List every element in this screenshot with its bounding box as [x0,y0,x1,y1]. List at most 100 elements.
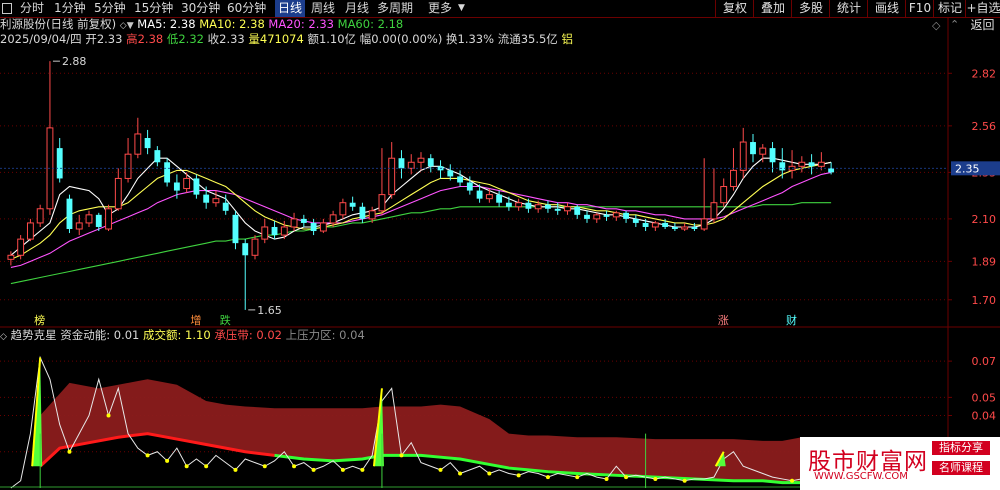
indicator-legend: ◇ 趋势克星 资金动能: 0.01 成交额: 1.10 承压带: 0.02 上压… [0,328,365,343]
upper-pressure-label: 上压力区: 0.04 [285,328,365,342]
candle [515,198,523,211]
draw-line-button[interactable]: 画线 [867,0,906,17]
multi-stock-button[interactable]: 多股 [791,0,830,17]
fund-power-dot [67,449,72,454]
settings-dropdown-icon[interactable]: ◇▼ [120,21,134,31]
more-dropdown-icon[interactable]: ▼ [458,0,465,17]
tab-intraday[interactable]: 分时 [20,0,44,17]
price-tick-label: 2.56 [972,120,997,133]
indicator-share-button[interactable]: 指标分享 [932,441,990,455]
watermark-url: WWW.GSCFW.COM [814,471,908,482]
candle [203,186,210,209]
toggle-square-icon[interactable] [0,0,14,17]
candle-body [612,212,620,218]
candle [359,202,366,223]
candle [75,214,83,236]
tab-more[interactable]: 更多 [428,0,452,17]
adjust-button[interactable]: 复权 [715,0,754,17]
candle [788,150,796,179]
diamond-icon[interactable]: ◇ [932,19,940,32]
candle-body [339,202,347,216]
candle [417,152,425,171]
tab-30min[interactable]: 30分钟 [181,0,220,17]
master-course-button[interactable]: 名师课程 [932,461,990,475]
candle [407,154,415,175]
tab-60min[interactable]: 60分钟 [227,0,266,17]
candle-body [388,157,396,196]
candle-body [485,194,493,200]
fund-power-dot [145,453,150,458]
candle-body [730,169,737,188]
candle-body [564,206,571,212]
tab-5min[interactable]: 5分钟 [94,0,126,17]
f10-button[interactable]: F10 [905,0,934,17]
ma20-line [10,171,832,268]
candle [134,117,142,159]
candle-body [759,147,767,155]
ma60-label: MA60: 2.18 [337,17,404,31]
open-label: 开2.33 [85,32,123,46]
indicator-tick-label: 0.05 [972,391,997,404]
candle-body [85,214,93,224]
candle [437,160,444,179]
fund-power-dot [262,464,267,469]
candle-body [476,190,483,199]
candle-body [457,176,463,183]
candle-body [17,238,25,256]
tab-monthly[interactable]: 月线 [345,0,369,17]
back-button[interactable]: 返回 [965,17,1000,34]
candle-body [750,142,756,155]
candle-body [603,214,610,217]
event-marker: 财 [786,313,797,327]
candle [193,174,200,199]
statistics-button[interactable]: 统计 [829,0,868,17]
candle-body [280,226,288,236]
tab-multi-period[interactable]: 多周期 [377,0,413,17]
ma20-label: MA20: 2.33 [268,17,334,31]
mark-button[interactable]: 标记 [933,0,966,17]
candle [623,210,629,223]
tab-daily[interactable]: 日线 [275,0,306,17]
candle-body [817,161,825,167]
date-label: 2025/09/04/四 [0,32,82,46]
chevron-up-icon[interactable]: ⌃ [950,18,959,31]
chart-canvas: 2.822.562.332.101.891.702.881.65榜增跌涨财2.3… [0,17,1000,490]
indicator-name[interactable]: 趋势克星 [11,328,57,342]
candle [798,156,806,173]
candle [496,190,503,207]
candle [212,190,220,207]
candle-body [554,208,561,211]
candle [261,218,269,244]
add-watchlist-button[interactable]: +自选 [965,0,1000,17]
candle-body [828,168,835,173]
candle-body [574,206,581,215]
candle [427,154,434,173]
tab-15min[interactable]: 15分钟 [134,0,173,17]
high-label: 高2.38 [126,32,164,46]
candle-body [183,177,191,190]
candle-body [632,218,639,223]
candle-body [447,170,454,177]
candle [349,196,356,211]
low-price-annotation: 1.65 [257,304,282,317]
candle-body [261,226,269,240]
candle [593,212,601,223]
candle-body [329,214,337,224]
candle [632,214,639,227]
overlay-button[interactable]: 叠加 [753,0,792,17]
candle-body [700,218,708,230]
sector-tag[interactable]: 铝 [561,32,573,46]
indicator-settings-icon[interactable]: ◇ [0,332,7,342]
candle-body [36,208,44,224]
indicator-tick-label: 0.04 [972,410,997,423]
high-price-annotation: 2.88 [62,55,87,68]
candle-body [164,162,171,183]
candle [319,218,327,234]
candle-body [720,186,728,204]
candle-body [739,141,747,171]
candle [388,142,396,199]
candle-body [769,148,776,163]
tab-1min[interactable]: 1分钟 [54,0,86,17]
tab-weekly[interactable]: 周线 [311,0,335,17]
turnover-amount-label: 成交额: 1.10 [143,328,211,342]
